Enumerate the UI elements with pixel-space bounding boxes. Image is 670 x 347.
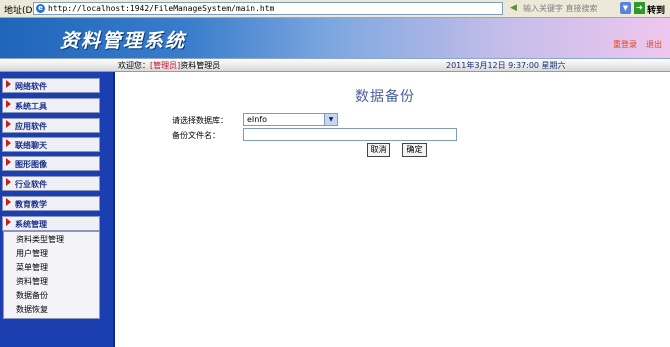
database-select[interactable]: eInfo ▼ — [243, 113, 338, 126]
backup-filename-input[interactable] — [243, 128, 457, 141]
page-title: 数据备份 — [355, 89, 415, 105]
sidebar-item-network-software[interactable]: 网络软件 — [2, 78, 100, 93]
datetime: 2011年3月12日 9:37:00 星期六 — [446, 61, 566, 70]
search-keyword-field[interactable]: 输入关键字 直接搜索 — [523, 3, 598, 14]
arrow-right-icon — [6, 100, 11, 108]
welcome-text: 欢迎您：[管理员]资料管理员 — [118, 60, 220, 71]
arrow-right-icon — [6, 178, 11, 186]
header-banner: 资料管理系统 重登录 退出 — [0, 18, 670, 58]
database-label: 请选择数据库： — [172, 116, 228, 125]
arrow-right-icon — [6, 80, 11, 88]
arrow-right-icon — [6, 158, 11, 166]
sidebar-item-graphics[interactable]: 图形图像 — [2, 156, 100, 171]
url-text: http://localhost:1942/FileManageSystem/m… — [48, 4, 275, 13]
arrow-right-icon — [6, 139, 11, 147]
sidebar-item-label: 教育教学 — [15, 200, 47, 209]
database-selected-value: eInfo — [247, 115, 268, 124]
sidebar-item-label: 系统管理 — [15, 220, 47, 229]
submenu-item-user-management[interactable]: 用户管理 — [16, 248, 48, 259]
submenu-item-data-backup[interactable]: 数据备份 — [16, 290, 48, 301]
logout-link[interactable]: 退出 — [646, 39, 662, 50]
arrow-right-icon — [6, 198, 11, 206]
submenu-item-menu-management[interactable]: 菜单管理 — [16, 262, 48, 273]
arrow-right-icon — [6, 218, 11, 226]
system-admin-submenu: 资料类型管理 用户管理 菜单管理 资料管理 数据备份 数据恢复 — [3, 231, 100, 319]
sidebar-item-education[interactable]: 教育教学 — [2, 196, 100, 211]
relogin-link[interactable]: 重登录 — [613, 39, 637, 50]
sidebar-item-label: 系统工具 — [15, 102, 47, 111]
confirm-button[interactable]: 确定 — [402, 143, 427, 157]
submenu-item-data-management[interactable]: 资料管理 — [16, 276, 48, 287]
app-logo: 资料管理系统 — [60, 30, 187, 52]
sidebar-item-label: 图形图像 — [15, 160, 47, 169]
arrow-right-icon — [6, 120, 11, 128]
go-button[interactable]: 转到 — [647, 3, 665, 16]
sidebar-item-system-tools[interactable]: 系统工具 — [2, 98, 100, 113]
chevron-down-icon[interactable]: ▼ — [324, 114, 337, 125]
sidebar-item-label: 联络聊天 — [15, 141, 47, 150]
search-dropdown-icon[interactable]: ▼ — [620, 2, 631, 14]
sidebar-item-applications[interactable]: 应用软件 — [2, 118, 100, 133]
welcome-bar: 欢迎您：[管理员]资料管理员 2011年3月12日 9:37:00 星期六 — [0, 58, 670, 72]
url-field[interactable]: e http://localhost:1942/FileManageSystem… — [33, 2, 503, 15]
cancel-button[interactable]: 取消 — [367, 143, 390, 157]
sidebar-item-chat[interactable]: 联络聊天 — [2, 137, 100, 152]
sidebar-item-system-admin[interactable]: 系统管理 — [2, 216, 100, 231]
sidebar-item-label: 网络软件 — [15, 82, 47, 91]
user-name: 资料管理员 — [180, 61, 221, 70]
sidebar-item-label: 应用软件 — [15, 122, 47, 131]
go-arrow-icon[interactable]: ➜ — [634, 2, 645, 14]
ie-page-icon: e — [36, 4, 45, 13]
filename-label: 备份文件名： — [172, 131, 220, 140]
user-role: [管理员] — [150, 61, 181, 70]
address-label: 地址(D) — [4, 6, 36, 16]
submenu-item-type-management[interactable]: 资料类型管理 — [16, 234, 64, 245]
welcome-prefix: 欢迎您： — [118, 61, 150, 70]
sidebar-item-industry[interactable]: 行业软件 — [2, 176, 100, 191]
address-bar: 地址(D) e http://localhost:1942/FileManage… — [0, 0, 670, 18]
sidebar-item-label: 行业软件 — [15, 180, 47, 189]
back-arrow-icon[interactable]: ◀ — [510, 3, 517, 13]
submenu-item-data-restore[interactable]: 数据恢复 — [16, 304, 48, 315]
